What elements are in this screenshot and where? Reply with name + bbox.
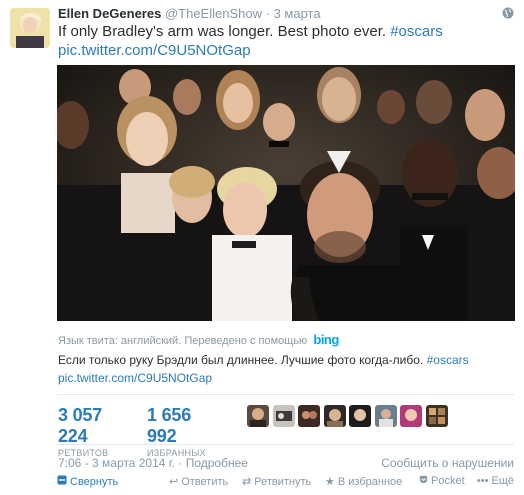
author-fullname[interactable]: Ellen DeGeneres: [58, 6, 161, 21]
stats-divider-bottom: [57, 444, 514, 445]
pocket-label: Pocket: [431, 475, 465, 487]
tweet-hashtag-link[interactable]: #oscars: [390, 23, 443, 40]
tweet-timestamp[interactable]: 7:06 - 3 марта 2014 г.: [58, 456, 175, 470]
translated-hashtag-link[interactable]: #oscars: [427, 353, 469, 367]
reply-icon: ↩: [169, 476, 179, 488]
separator-dot: ·: [265, 6, 270, 21]
reply-button[interactable]: ↩ Ответить: [169, 475, 228, 488]
translate-globe-icon[interactable]: [502, 7, 514, 19]
retweeter-avatar[interactable]: [400, 405, 422, 427]
retweet-icon: ⇄: [242, 476, 252, 488]
footer-separator: ·: [178, 456, 183, 470]
retweets-stat[interactable]: 3 057 224 РЕТВИТОВ: [58, 405, 108, 458]
retweeter-avatar[interactable]: [349, 405, 371, 427]
collapse-icon: [57, 475, 67, 488]
tweet-text: If only Bradley's arm was longer. Best p…: [58, 22, 443, 60]
favorites-count: 1 656 992: [147, 405, 192, 446]
retweeter-avatar[interactable]: [273, 405, 295, 427]
more-label: Ещё: [491, 475, 514, 487]
pocket-icon: [419, 475, 428, 487]
translated-pic-link[interactable]: pic.twitter.com/C9U5NOtGap: [58, 371, 212, 385]
bing-logo-icon[interactable]: bing: [313, 332, 339, 347]
reply-label: Ответить: [181, 476, 229, 488]
stats-divider-top: [57, 394, 514, 395]
collapse-button[interactable]: Свернуть: [57, 475, 118, 488]
author-avatar[interactable]: [10, 8, 50, 48]
retweeter-avatar[interactable]: [324, 405, 346, 427]
retweeter-avatar[interactable]: [298, 405, 320, 427]
retweeter-avatar[interactable]: [375, 405, 397, 427]
tweet-text-main: If only Bradley's arm was longer. Best p…: [58, 23, 387, 40]
translation-meta: Язык твита: английский. Переведено с пом…: [58, 332, 339, 347]
details-link[interactable]: Подробнее: [186, 456, 248, 470]
star-icon: ★: [325, 476, 335, 488]
favorite-button[interactable]: ★ В избранное: [325, 475, 402, 488]
tweet-actions: Свернуть ↩ Ответить ⇄ Ретвитнуть ★ В избран…: [57, 475, 514, 491]
favorites-stat[interactable]: 1 656 992 ИЗБРАННЫХ: [147, 405, 206, 458]
report-link[interactable]: Сообщить о нарушении: [381, 456, 514, 470]
retweets-count: 3 057 224: [58, 405, 103, 446]
tweet-footer-meta: 7:06 - 3 марта 2014 г. · Подробнее: [58, 456, 248, 470]
retweet-button[interactable]: ⇄ Ретвитнуть: [242, 475, 311, 488]
pocket-button[interactable]: Pocket: [419, 475, 465, 487]
retweeter-avatar[interactable]: [426, 405, 448, 427]
more-button[interactable]: ••• Ещё: [477, 475, 514, 487]
translated-text: Если только руку Брэдли был длиннее. Луч…: [58, 351, 469, 387]
translation-meta-label: Язык твита: английский. Переведено с пом…: [58, 335, 308, 347]
collapse-label: Свернуть: [70, 476, 119, 488]
tweet-pic-link[interactable]: pic.twitter.com/C9U5NOtGap: [58, 42, 251, 59]
translated-text-main: Если только руку Брэдли был длиннее. Луч…: [58, 353, 424, 367]
tweet-date[interactable]: 3 марта: [274, 6, 321, 21]
more-icon: •••: [476, 475, 489, 487]
retweet-label: Ретвитнуть: [254, 476, 312, 488]
author-handle[interactable]: @TheEllenShow: [165, 6, 262, 21]
retweeter-avatar[interactable]: [247, 405, 269, 427]
favorite-label: В избранное: [337, 476, 403, 488]
tweet-photo[interactable]: [57, 65, 515, 321]
